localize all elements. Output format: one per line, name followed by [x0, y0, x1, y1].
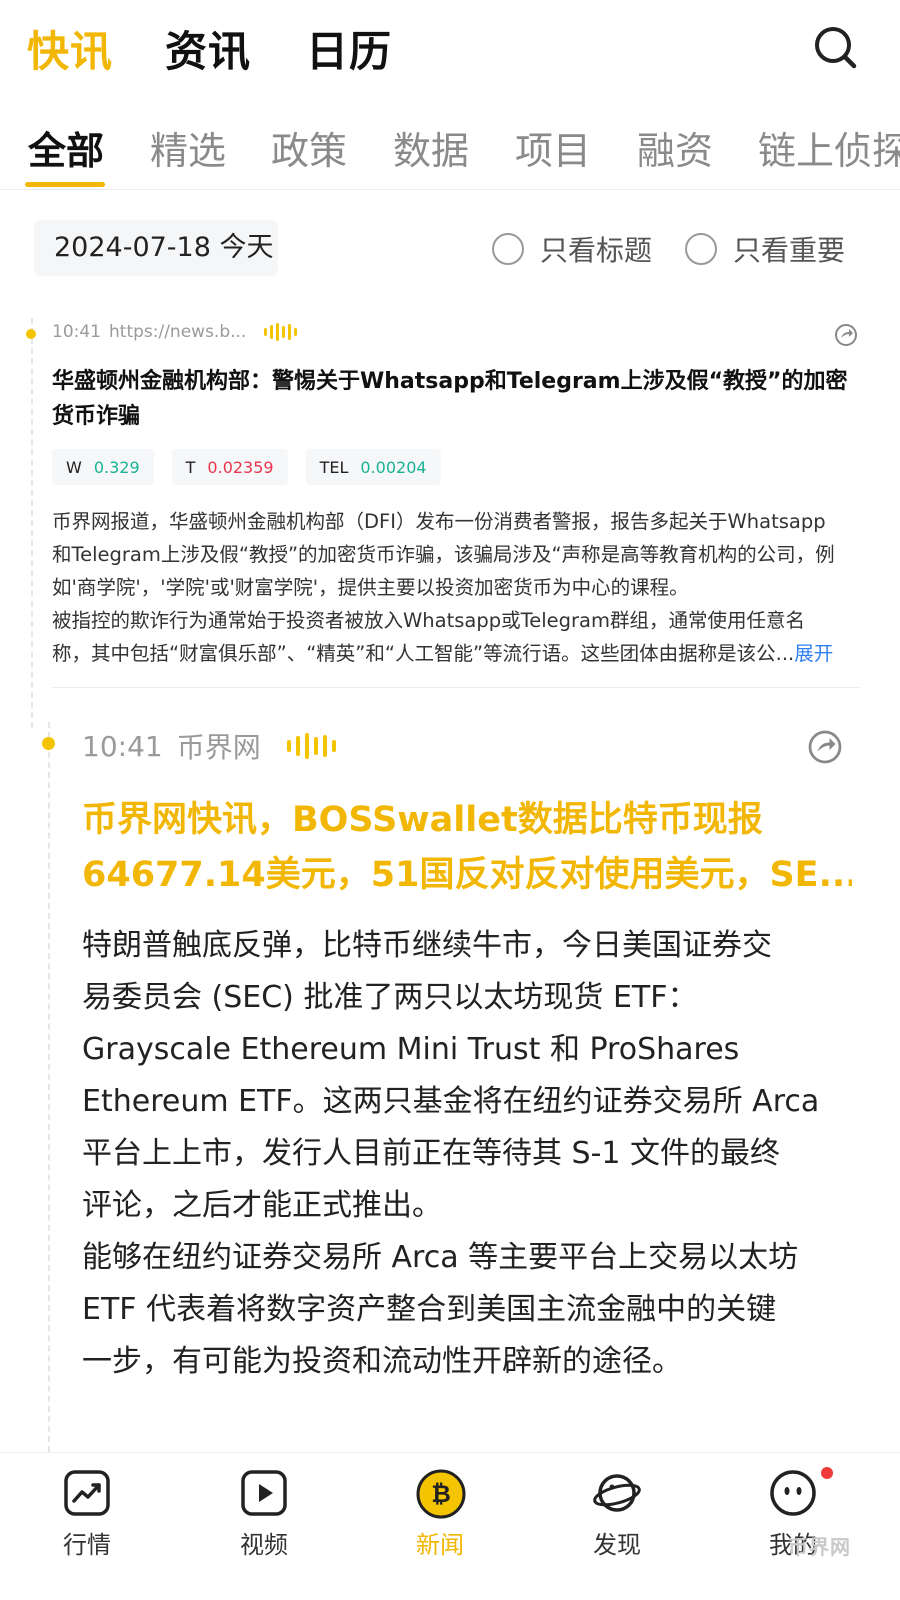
planet-icon[interactable]	[593, 1469, 641, 1517]
nav-news[interactable]: ₿ 新闻	[380, 1453, 500, 1600]
top-tab-news[interactable]: 资讯	[165, 18, 251, 79]
coin-tag[interactable]: T 0.02359	[171, 449, 288, 485]
coin-price: 0.02359	[207, 457, 274, 477]
category-tabs: 全部 精选 政策 数据 项目 融资 链上侦探	[0, 112, 900, 190]
bitcoin-icon[interactable]: ₿	[416, 1469, 466, 1519]
watermark: 币界网	[788, 1535, 851, 1559]
body-line: 被指控的欺诈行为通常始于投资者被放入Whatsapp或Telegram群组，通常…	[52, 609, 805, 632]
filter-title-only-label: 只看标题	[540, 234, 653, 267]
coin-price: 0.329	[93, 457, 140, 477]
expand-link[interactable]: 展开	[794, 642, 833, 665]
body-line: 特朗普触底反弹，比特币继续牛市，今日美国证券交	[82, 928, 772, 963]
body-line: 易委员会 (SEC) 批准了两只以太坊现货 ETF：	[82, 980, 698, 1015]
svg-text:₿: ₿	[431, 1480, 451, 1508]
coin-price: 0.00204	[360, 457, 427, 477]
nav-label: 视频	[240, 1531, 288, 1559]
audio-wave-icon[interactable]	[264, 323, 298, 341]
body-line: ETF 代表着将数字资产整合到美国主流金融中的关键	[82, 1292, 777, 1327]
tab-all[interactable]: 全部	[28, 120, 104, 175]
headline-line: 华盛顿州金融机构部：警惕关于Whatsapp和Telegram上涉及假“教授”的…	[52, 369, 848, 394]
timeline-line	[31, 318, 33, 728]
tab-onchain[interactable]: 链上侦探	[758, 120, 900, 175]
notification-dot	[821, 1467, 833, 1479]
news-source[interactable]: https://news.b...	[109, 322, 246, 342]
news-meta: 10:41 币界网	[82, 726, 336, 766]
bottom-nav: 行情 视频 ₿ 新闻 发现 我的 币界网	[0, 1452, 900, 1600]
filter-important-only-label: 只看重要	[733, 234, 846, 267]
divider	[52, 687, 860, 688]
body-line: 能够在纽约证券交易所 Arca 等主要平台上交易以太坊	[82, 1240, 799, 1275]
headline-line: 货币诈骗	[52, 404, 141, 429]
body-line-text: 称，其中包括“财富俱乐部”、“精英”和“人工智能”等流行语。这些团体由据称是该公…	[52, 642, 795, 665]
tab-project[interactable]: 项目	[515, 120, 591, 175]
news-headline[interactable]: 币界网快讯，BOSSwallet数据比特币现报 64677.14美元，51国反对…	[82, 793, 852, 903]
news-source[interactable]: 币界网	[177, 726, 261, 766]
active-tab-indicator	[25, 182, 105, 187]
tab-funding[interactable]: 融资	[637, 120, 713, 175]
body-line: 币界网报道，华盛顿州金融机构部（DFI）发布一份消费者警报，报告多起关于What…	[52, 510, 826, 533]
chart-icon[interactable]	[63, 1469, 111, 1517]
nav-profile[interactable]: 我的	[733, 1453, 853, 1600]
body-line: 如'商学院'，'学院'或'财富学院'，提供主要以投资加密货币为中心的课程。	[52, 576, 689, 599]
body-line: Grayscale Ethereum Mini Trust 和 ProShare…	[82, 1032, 740, 1067]
tab-policy[interactable]: 政策	[271, 120, 347, 175]
share-icon[interactable]	[834, 323, 858, 351]
timeline-dot	[26, 329, 36, 339]
radio-icon[interactable]	[492, 233, 524, 265]
nav-label: 新闻	[416, 1531, 464, 1559]
news-body: 币界网报道，华盛顿州金融机构部（DFI）发布一份消费者警报，报告多起关于What…	[52, 505, 864, 670]
body-line: 平台上上市，发行人目前正在等待其 S-1 文件的最终	[82, 1136, 781, 1171]
top-tab-calendar[interactable]: 日历	[306, 18, 392, 79]
filter-title-only[interactable]: 只看标题	[492, 229, 652, 269]
body-line: 和Telegram上涉及假“教授”的加密货币诈骗，该骗局涉及“声称是高等教育机构…	[52, 543, 835, 566]
audio-wave-icon[interactable]	[286, 733, 336, 759]
headline-line: 币界网快讯，BOSSwallet数据比特币现报	[82, 800, 763, 840]
radio-icon[interactable]	[685, 233, 717, 265]
date-selector[interactable]: 2024-07-18 今天	[34, 220, 278, 276]
filter-important-only[interactable]: 只看重要	[685, 229, 845, 269]
timeline-dot	[42, 737, 55, 750]
top-tab-flash[interactable]: 快讯	[27, 18, 113, 79]
nav-video[interactable]: 视频	[204, 1453, 324, 1600]
play-icon[interactable]	[240, 1469, 288, 1517]
coin-tag[interactable]: TEL 0.00204	[305, 449, 441, 485]
coin-symbol: T	[185, 457, 196, 477]
body-line: 一步，有可能为投资和流动性开辟新的途径。	[82, 1344, 682, 1379]
news-body: 特朗普触底反弹，比特币继续牛市，今日美国证券交 易委员会 (SEC) 批准了两只…	[82, 920, 852, 1388]
headline-line: 64677.14美元，51国反对反对使用美元，SE...	[82, 855, 852, 895]
timeline-line	[48, 722, 50, 1462]
body-line: 称，其中包括“财富俱乐部”、“精英”和“人工智能”等流行语。这些团体由据称是该公…	[52, 637, 864, 670]
tab-featured[interactable]: 精选	[150, 120, 226, 175]
related-coins: W 0.329 T 0.02359 TEL 0.00204	[52, 449, 441, 485]
news-time: 10:41	[82, 729, 163, 763]
nav-label: 行情	[63, 1531, 111, 1559]
coin-tag[interactable]: W 0.329	[52, 449, 154, 485]
news-time: 10:41	[52, 322, 101, 342]
face-icon[interactable]	[769, 1469, 817, 1517]
search-icon[interactable]	[812, 24, 858, 70]
top-nav: 快讯 资讯 日历	[0, 18, 900, 82]
news-headline[interactable]: 华盛顿州金融机构部：警惕关于Whatsapp和Telegram上涉及假“教授”的…	[52, 364, 852, 434]
nav-market[interactable]: 行情	[27, 1453, 147, 1600]
nav-discover[interactable]: 发现	[557, 1453, 677, 1600]
news-meta: 10:41 https://news.b...	[52, 322, 298, 342]
tab-data[interactable]: 数据	[393, 120, 469, 175]
body-line: 评论，之后才能正式推出。	[82, 1188, 442, 1223]
body-line: Ethereum ETF。这两只基金将在纽约证券交易所 Arca	[82, 1084, 820, 1119]
nav-label: 发现	[593, 1531, 641, 1559]
coin-symbol: TEL	[319, 457, 349, 477]
share-icon[interactable]	[807, 729, 843, 769]
coin-symbol: W	[66, 457, 82, 477]
